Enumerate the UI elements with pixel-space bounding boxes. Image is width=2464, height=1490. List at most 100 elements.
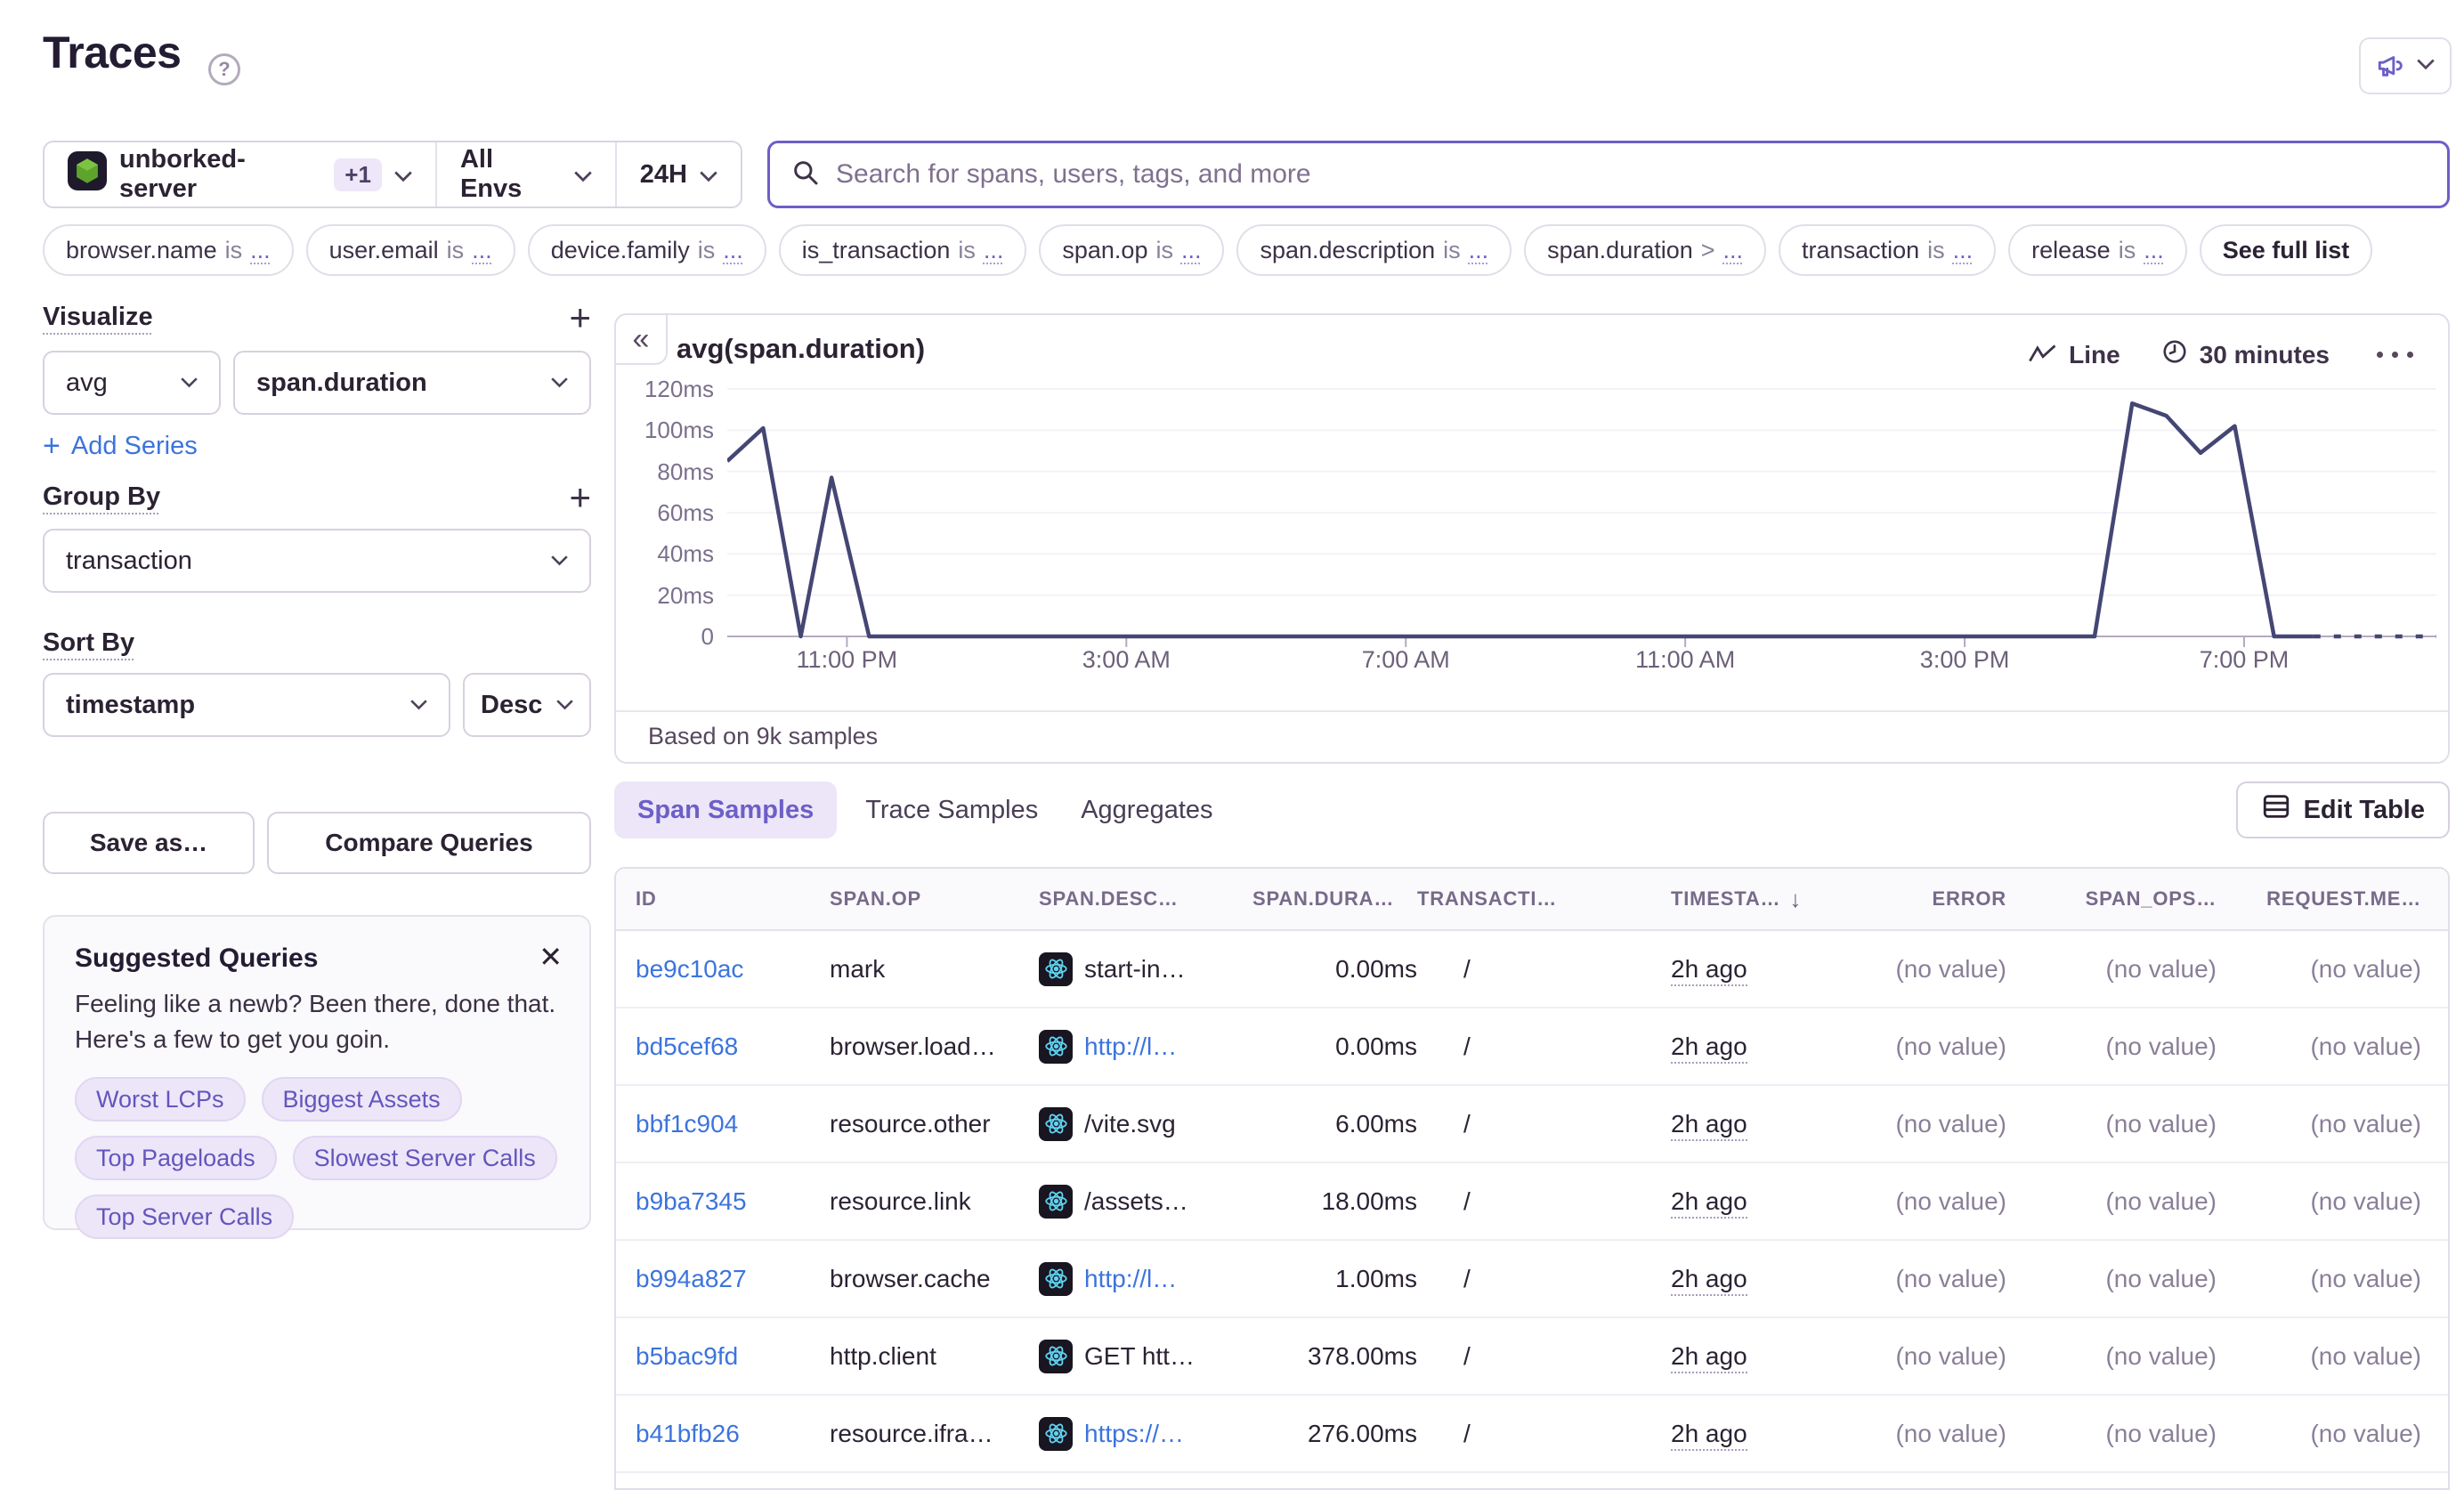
span-op-cell: browser.cache [830, 1265, 1039, 1293]
sort-direction-select[interactable]: Desc [463, 673, 591, 737]
column-header[interactable]: ID [636, 887, 830, 911]
close-icon[interactable]: ✕ [539, 940, 563, 974]
trace-id-link[interactable]: b9ba7345 [636, 1187, 747, 1215]
filter-chip[interactable]: releaseis... [2008, 224, 2187, 276]
add-group-by-icon[interactable]: + [569, 484, 591, 511]
span-ops-cell: (no value) [2006, 1342, 2217, 1371]
sort-descending-icon: ↓ [1789, 886, 1802, 913]
column-header[interactable]: SPAN.DESC… [1039, 887, 1252, 911]
project-extra-badge: +1 [334, 158, 382, 191]
trace-id-link[interactable]: b41bfb26 [636, 1420, 740, 1447]
filter-chip[interactable]: device.familyis... [528, 224, 766, 276]
chart-plot-area[interactable] [727, 385, 2436, 652]
duration-cell: 0.00ms [1252, 1032, 1417, 1061]
chevron-down-icon [394, 160, 412, 190]
more-options-icon[interactable] [2371, 346, 2419, 363]
chart-interval-button[interactable]: 30 minutes [2161, 338, 2330, 371]
timestamp-cell: 2h ago [1671, 1342, 1844, 1371]
column-header[interactable]: ERROR [1844, 887, 2006, 911]
project-icon [68, 151, 107, 198]
filter-chips: browser.nameis...user.emailis...device.f… [43, 224, 2450, 276]
table-icon [2261, 791, 2291, 829]
column-header[interactable]: TIMESTA…↓ [1671, 886, 1844, 913]
feedback-button[interactable] [2359, 37, 2452, 94]
span-ops-cell: (no value) [2006, 1265, 2217, 1293]
add-visualize-icon[interactable]: + [569, 304, 591, 331]
suggested-query-pill[interactable]: Slowest Server Calls [293, 1136, 557, 1180]
environment-selector[interactable]: All Envs [435, 142, 615, 206]
span-description-cell[interactable]: start-in… [1039, 952, 1252, 986]
error-cell: (no value) [1844, 1342, 2006, 1371]
filter-chip[interactable]: browser.nameis... [43, 224, 294, 276]
tab-aggregates[interactable]: Aggregates [1066, 781, 1227, 838]
sort-field-select[interactable]: timestamp [43, 673, 450, 737]
column-header[interactable]: SPAN.OP [830, 887, 1039, 911]
transaction-cell: / [1417, 955, 1671, 984]
chart-sample-footer: Based on 9k samples [616, 710, 2448, 762]
plus-icon: + [43, 429, 61, 464]
suggested-query-pill[interactable]: Top Server Calls [75, 1194, 294, 1239]
span-description-cell[interactable]: http://l… [1039, 1030, 1252, 1064]
column-header[interactable]: SPAN.DURA… [1252, 887, 1417, 911]
chart-type-button[interactable]: Line [2029, 341, 2120, 369]
project-name: unborked-server [119, 145, 321, 204]
project-selector[interactable]: unborked-server +1 [45, 142, 435, 206]
tab-trace-samples[interactable]: Trace Samples [851, 781, 1052, 838]
suggested-query-pill[interactable]: Biggest Assets [262, 1077, 462, 1122]
filter-chip[interactable]: span.duration>... [1524, 224, 1766, 276]
y-axis-tick-label: 0 [616, 622, 714, 651]
search-bar[interactable] [767, 141, 2450, 208]
error-cell: (no value) [1844, 1187, 2006, 1216]
span-description-cell[interactable]: /vite.svg [1039, 1107, 1252, 1141]
trace-id-link[interactable]: bd5cef68 [636, 1032, 738, 1060]
clock-icon [2161, 338, 2188, 371]
group-by-value: transaction [66, 547, 192, 576]
compare-queries-button[interactable]: Compare Queries [267, 812, 591, 874]
suggested-query-pill[interactable]: Worst LCPs [75, 1077, 246, 1122]
filter-chip[interactable]: is_transactionis... [779, 224, 1027, 276]
tab-span-samples[interactable]: Span Samples [614, 781, 837, 838]
page-filter-bar: unborked-server +1 All Envs 24H [43, 141, 742, 208]
y-axis-tick-label: 40ms [616, 539, 714, 568]
filter-chip[interactable]: span.descriptionis... [1236, 224, 1512, 276]
trace-id-link[interactable]: be9c10ac [636, 955, 743, 983]
trace-id-link[interactable]: b994a827 [636, 1265, 747, 1292]
filter-chip[interactable]: transactionis... [1779, 224, 1996, 276]
span-description-cell[interactable]: /assets… [1039, 1185, 1252, 1219]
search-input[interactable] [836, 159, 2426, 190]
request-method-cell: (no value) [2217, 1032, 2421, 1061]
add-series-button[interactable]: + Add Series [43, 429, 198, 464]
filter-chip[interactable]: span.opis... [1039, 224, 1224, 276]
see-full-list-button[interactable]: See full list [2200, 224, 2373, 276]
duration-cell: 6.00ms [1252, 1110, 1417, 1138]
suggested-query-pill[interactable]: Top Pageloads [75, 1136, 277, 1180]
save-as-button[interactable]: Save as… [43, 812, 255, 874]
visualize-field-select[interactable]: span.duration [233, 351, 591, 415]
group-by-select[interactable]: transaction [43, 529, 591, 593]
sort-field-value: timestamp [66, 691, 195, 720]
span-description-cell[interactable]: http://l… [1039, 1262, 1252, 1296]
suggested-queries-body: Feeling like a newb? Been there, done th… [75, 986, 559, 1057]
timestamp-cell: 2h ago [1671, 955, 1844, 984]
table-row: bbf1c904resource.other /vite.svg6.00ms/2… [616, 1086, 2448, 1163]
trace-id-link[interactable]: bbf1c904 [636, 1110, 738, 1138]
aggregate-select[interactable]: avg [43, 351, 221, 415]
column-header[interactable]: TRANSACTI… [1417, 887, 1671, 911]
suggested-queries-title: Suggested Queries [75, 943, 559, 974]
visualize-controls: avg span.duration [43, 351, 591, 415]
collapse-sidebar-button[interactable]: « [614, 313, 668, 365]
sort-by-label: Sort By [43, 628, 134, 658]
span-description-cell[interactable]: https://… [1039, 1417, 1252, 1451]
filter-chip[interactable]: user.emailis... [306, 224, 515, 276]
column-header[interactable]: SPAN_OPS… [2006, 887, 2217, 911]
edit-table-button[interactable]: Edit Table [2236, 781, 2450, 838]
chart-title: avg(span.duration) [677, 333, 925, 365]
trace-id-link[interactable]: b5bac9fd [636, 1342, 738, 1370]
span-ops-cell: (no value) [2006, 1187, 2217, 1216]
span-description-cell[interactable]: GET htt… [1039, 1340, 1252, 1373]
time-range-selector[interactable]: 24H [615, 142, 741, 206]
duration-cell: 276.00ms [1252, 1420, 1417, 1448]
span-op-cell: resource.other [830, 1110, 1039, 1138]
help-icon[interactable]: ? [208, 53, 240, 85]
column-header[interactable]: REQUEST.ME… [2217, 887, 2421, 911]
